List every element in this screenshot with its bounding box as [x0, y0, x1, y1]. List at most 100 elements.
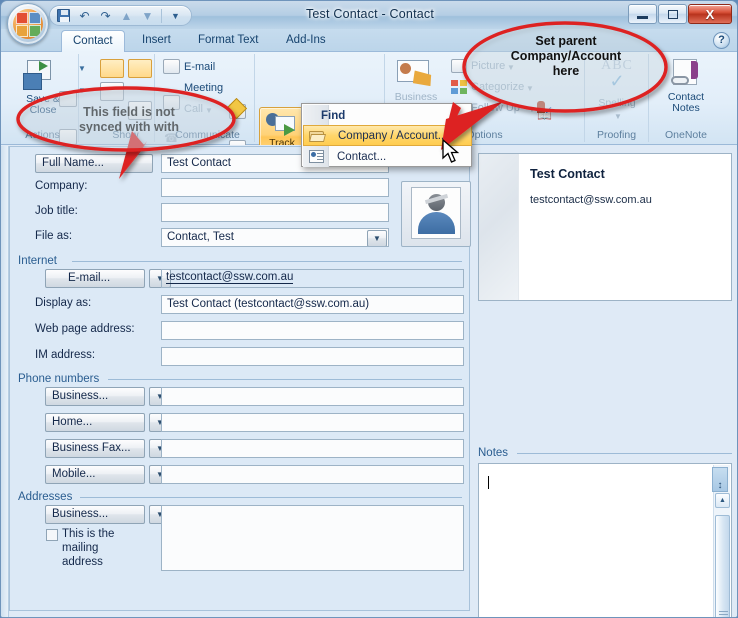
company-label: Company:: [35, 180, 88, 192]
display-as-label: Display as:: [35, 297, 92, 309]
office-button[interactable]: [7, 3, 49, 45]
internet-section-rule: [72, 261, 462, 262]
save-and-new-caret-icon[interactable]: ▼: [78, 64, 86, 73]
display-as-input[interactable]: Test Contact (testcontact@ssw.com.au): [161, 295, 464, 314]
certificates-icon[interactable]: [128, 59, 152, 78]
quick-access-toolbar: ↶ ↷ ▲ ▼ ▼: [49, 5, 192, 26]
tab-insert[interactable]: Insert: [131, 31, 182, 52]
minimize-button[interactable]: [628, 4, 657, 24]
tab-contact[interactable]: Contact: [61, 30, 125, 53]
contact-photo-button[interactable]: [401, 181, 471, 247]
previous-item-icon[interactable]: ▲: [117, 7, 136, 25]
notes-scroll-grip: [719, 611, 728, 617]
general-icon[interactable]: [100, 59, 124, 78]
notes-scroll-thumb[interactable]: [715, 515, 730, 617]
tab-format-text[interactable]: Format Text: [187, 31, 270, 52]
save-close-icon: [23, 60, 57, 92]
email-button[interactable]: E-mail: [184, 61, 215, 73]
maximize-button[interactable]: [658, 4, 687, 24]
notes-section-label: Notes: [478, 447, 509, 459]
notes-section-rule: [517, 453, 732, 454]
customize-qat-icon[interactable]: ▼: [166, 7, 185, 25]
address-textarea[interactable]: [161, 505, 464, 571]
email-input-border: [161, 269, 464, 288]
close-button[interactable]: X: [688, 4, 732, 24]
tab-add-ins[interactable]: Add-Ins: [275, 31, 337, 52]
notes-expand-icon[interactable]: ↕: [712, 467, 728, 492]
contact-window: Test Contact - Contact ↶ ↷ ▲ ▼ ▼ X Conta…: [0, 0, 738, 618]
undo-icon[interactable]: ↶: [75, 7, 94, 25]
email-select-button[interactable]: E-mail...: [45, 269, 145, 288]
send-caret-icon[interactable]: ▼: [78, 86, 86, 95]
folder-open-icon: [309, 129, 326, 144]
contact-form-area: Full Name... Test Contact Company: Job t…: [1, 145, 737, 617]
phone-mobile-input[interactable]: [161, 465, 464, 484]
phone-home-button[interactable]: Home...: [45, 413, 145, 432]
phone-mobile-button[interactable]: Mobile...: [45, 465, 145, 484]
onenote-icon: [671, 59, 703, 89]
track-in-crm-icon: [266, 111, 298, 136]
job-title-input[interactable]: [161, 203, 389, 222]
notes-textarea[interactable]: ↕ ▲ ▼: [478, 463, 732, 617]
help-icon[interactable]: ?: [713, 32, 730, 49]
next-item-icon[interactable]: ▼: [138, 7, 157, 25]
save-icon[interactable]: [54, 7, 73, 25]
internet-section-label: Internet: [18, 255, 57, 267]
phone-business-fax-input[interactable]: [161, 439, 464, 458]
spelling-button: Spelling: [598, 97, 636, 109]
mailing-address-checkbox[interactable]: [46, 529, 58, 541]
addresses-section-rule: [80, 497, 462, 498]
web-page-address-label: Web page address:: [35, 323, 135, 335]
phone-business-input[interactable]: [161, 387, 464, 406]
spelling-caret-icon: ▼: [614, 112, 622, 121]
ribbon-group-label-proofing: Proofing: [596, 129, 637, 141]
qat-divider: [161, 8, 162, 23]
file-as-label: File as:: [35, 230, 73, 242]
form-left-scroll-strip[interactable]: [1, 146, 9, 617]
phone-numbers-section-rule: [108, 379, 462, 380]
contact-card-icon: [308, 149, 325, 164]
left-callout-text: This field is not synced with with: [78, 105, 179, 134]
categorize-caret-icon: ▼: [526, 84, 534, 93]
business-card-preview[interactable]: Test Contact testcontact@ssw.com.au: [478, 153, 732, 301]
contact-details-pane: Full Name... Test Contact Company: Job t…: [9, 146, 471, 611]
picture-icon: [451, 59, 467, 73]
im-address-label: IM address:: [35, 349, 96, 361]
full-name-button[interactable]: Full Name...: [35, 154, 153, 173]
job-title-label: Job title:: [35, 205, 78, 217]
file-as-dropdown-icon[interactable]: ▼: [367, 230, 387, 246]
address-business-button[interactable]: Business...: [45, 505, 145, 524]
mouse-pointer-icon: [442, 139, 460, 163]
contact-notes-button[interactable]: Contact Notes: [649, 92, 723, 114]
notes-scroll-up-icon[interactable]: ▲: [715, 493, 730, 508]
im-address-input[interactable]: [161, 347, 464, 366]
phone-business-button[interactable]: Business...: [45, 387, 145, 406]
notes-text-caret: [488, 476, 489, 489]
redo-icon[interactable]: ↷: [96, 7, 115, 25]
mailing-address-label: This is the mailing address: [62, 528, 115, 568]
business-card-email: testcontact@ssw.com.au: [530, 194, 652, 206]
phone-home-input[interactable]: [161, 413, 464, 432]
details-icon[interactable]: [100, 82, 124, 101]
notes-scrollbar[interactable]: ↕ ▲ ▼: [712, 465, 730, 617]
right-callout-text: Set parent Company/Account here: [510, 34, 622, 78]
ribbon-group-label-onenote: OneNote: [664, 129, 708, 141]
contact-photo-placeholder-icon: [411, 187, 461, 239]
business-card-name: Test Contact: [530, 167, 605, 181]
phone-numbers-section-label: Phone numbers: [18, 373, 100, 385]
categorize-icon: [451, 80, 467, 94]
email-icon[interactable]: [163, 59, 180, 74]
office-logo-icon: [13, 9, 43, 39]
file-as-input[interactable]: Contact, Test ▼: [161, 228, 389, 247]
menu-header-find: Find: [321, 109, 346, 122]
company-input[interactable]: [161, 178, 389, 197]
business-card-stripe: [479, 154, 519, 300]
private-icon: ✓: [537, 100, 555, 117]
categorize-button: Categorize: [471, 81, 525, 93]
phone-business-fax-button[interactable]: Business Fax...: [45, 439, 145, 458]
web-page-address-input[interactable]: [161, 321, 464, 340]
window-controls: X: [628, 4, 732, 24]
meeting-button[interactable]: Meeting: [184, 82, 223, 94]
follow-up-button: Follow Up: [471, 102, 520, 114]
follow-up-caret-icon: ▼: [528, 105, 536, 114]
